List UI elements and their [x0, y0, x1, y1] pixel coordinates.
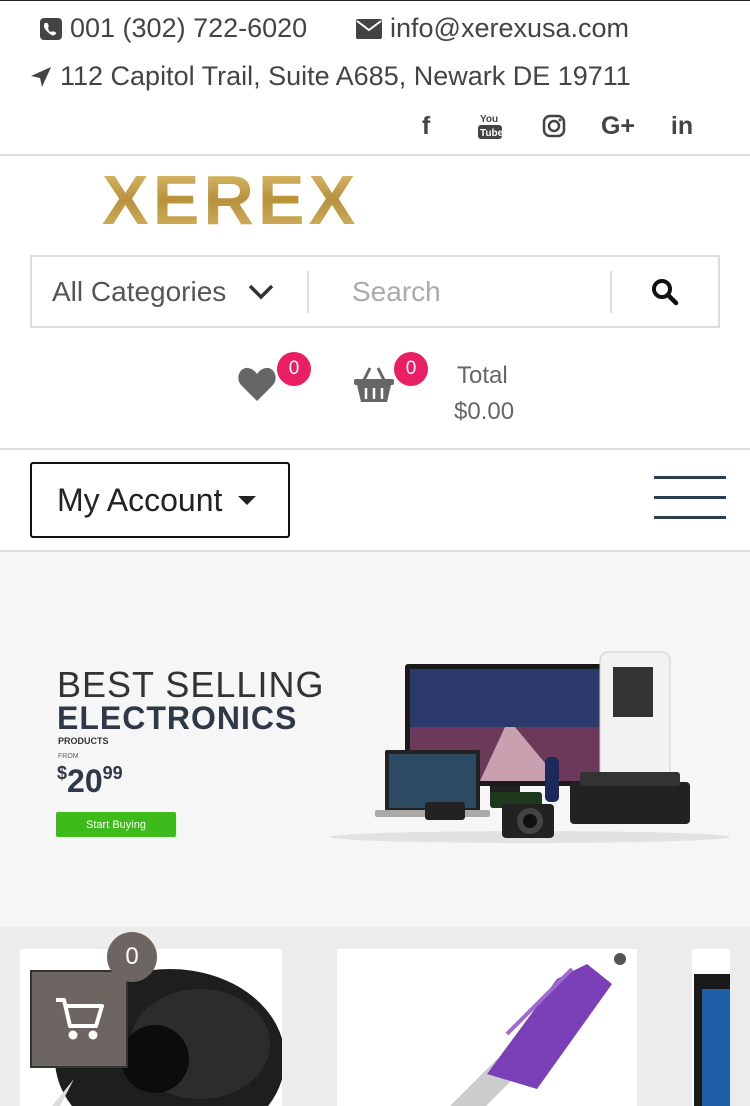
banner-line-3: PRODUCTS: [58, 736, 109, 746]
product-card[interactable]: [692, 949, 730, 1106]
divider: [0, 154, 750, 156]
wishlist-count-badge: 0: [277, 352, 311, 386]
google-plus-icon[interactable]: G+: [586, 109, 650, 143]
logo-text: XEREX: [102, 166, 359, 230]
address-text: 112 Capitol Trail, Suite A685, Newark DE…: [60, 61, 631, 91]
divider: [307, 271, 309, 313]
site-logo[interactable]: XEREX: [102, 161, 377, 239]
address-contact: 112 Capitol Trail, Suite A685, Newark DE…: [30, 61, 631, 92]
product-card[interactable]: [337, 949, 637, 1106]
menu-line: [654, 476, 726, 479]
email-contact[interactable]: info@xerexusa.com: [356, 13, 629, 44]
laptop-image: [694, 974, 730, 1106]
shopping-cart-icon: [56, 998, 104, 1040]
category-select[interactable]: All Categories: [52, 257, 274, 326]
caret-down-icon: [238, 495, 257, 505]
phone-text: 001 (302) 722-6020: [70, 13, 308, 43]
location-arrow-icon: [31, 66, 51, 87]
divider: [0, 448, 750, 450]
email-text: info@xerexusa.com: [390, 13, 630, 43]
floating-cart-count: 0: [107, 932, 157, 982]
banner-price: $2099: [57, 763, 123, 800]
envelope-icon: [356, 18, 382, 39]
heart-icon: [238, 367, 276, 401]
linkedin-icon[interactable]: in: [650, 109, 714, 143]
menu-line: [654, 496, 726, 499]
start-buying-button[interactable]: Start Buying: [56, 812, 176, 837]
menu-line: [654, 516, 726, 519]
curling-iron-image: [450, 953, 626, 1106]
my-account-label: My Account: [57, 481, 223, 518]
price-decimal: 99: [102, 763, 123, 783]
search-input[interactable]: [332, 271, 602, 313]
svg-text:You: You: [480, 114, 498, 125]
cart-count-badge: 0: [394, 352, 428, 386]
price-integer: 20: [67, 763, 103, 799]
category-label: All Categories: [52, 275, 227, 307]
phone-contact[interactable]: 001 (302) 722-6020: [40, 13, 307, 44]
banner-from: FROM: [58, 753, 79, 760]
youtube-icon[interactable]: You Tube: [458, 109, 522, 143]
top-bar: 001 (302) 722-6020 info@xerexusa.com 112…: [0, 0, 750, 155]
price-currency: $: [57, 763, 68, 783]
svg-text:Tube: Tube: [480, 128, 502, 139]
floating-cart-button[interactable]: [30, 970, 128, 1068]
promo-banner[interactable]: BEST SELLING ELECTRONICS PRODUCTS FROM $…: [0, 552, 750, 927]
search-button[interactable]: [612, 257, 718, 326]
cart-button[interactable]: [353, 366, 395, 409]
my-account-dropdown[interactable]: My Account: [30, 462, 290, 538]
instagram-icon[interactable]: [522, 109, 586, 143]
hamburger-menu-button[interactable]: [654, 476, 726, 536]
chevron-down-icon: [249, 284, 274, 299]
basket-icon: [354, 367, 394, 402]
total-value: $0.00: [454, 398, 515, 425]
facebook-icon[interactable]: f: [394, 109, 458, 143]
electronics-illustration: [330, 651, 730, 843]
search-icon: [652, 278, 679, 305]
social-links: f You Tube G+ in: [394, 109, 714, 143]
phone-icon: [40, 17, 62, 40]
total-label: Total: [457, 362, 508, 389]
banner-line-2: ELECTRONICS: [57, 700, 298, 736]
search-bar: All Categories: [30, 255, 720, 328]
wishlist-button[interactable]: [237, 366, 277, 407]
